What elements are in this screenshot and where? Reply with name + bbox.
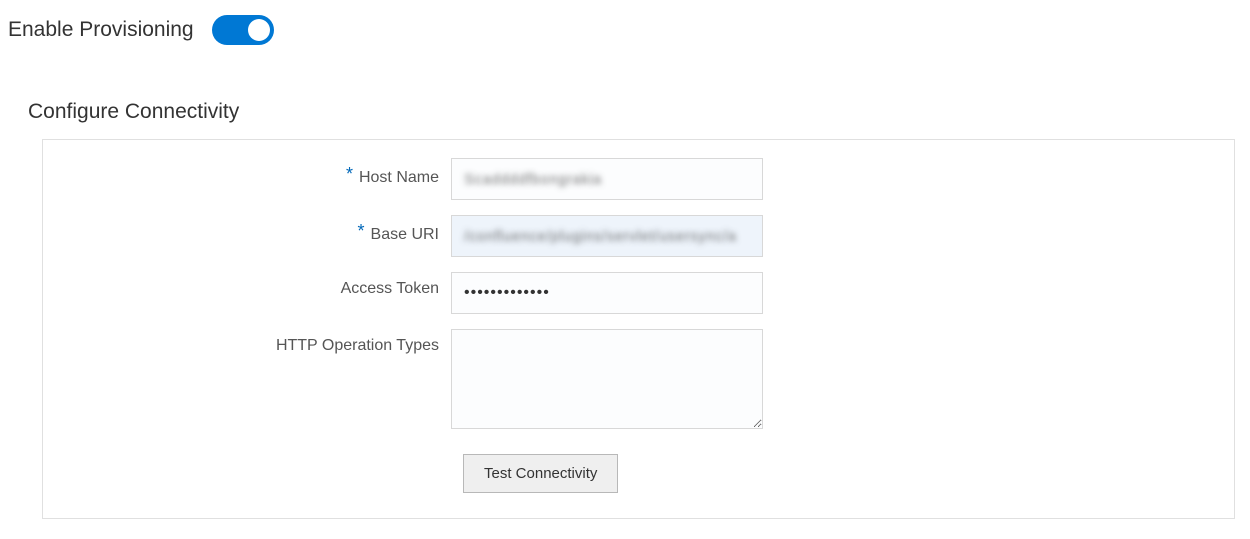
required-star-icon: * — [346, 164, 353, 185]
host-name-row: * Host Name Scaddddfbongrakia — [63, 158, 1214, 200]
toggle-knob-icon — [248, 19, 270, 41]
base-uri-row: * Base URI /confluence/plugins/servlet/u… — [63, 215, 1214, 257]
access-token-value: ••••••••••••• — [464, 284, 550, 302]
enable-provisioning-label: Enable Provisioning — [8, 18, 194, 42]
required-star-icon: * — [358, 221, 365, 242]
base-uri-label: Base URI — [371, 226, 439, 244]
test-connectivity-button[interactable]: Test Connectivity — [463, 454, 618, 493]
access-token-input[interactable]: ••••••••••••• — [451, 272, 763, 314]
http-operation-types-label: HTTP Operation Types — [276, 337, 439, 355]
host-name-label: Host Name — [359, 169, 439, 187]
access-token-row: Access Token ••••••••••••• — [63, 272, 1214, 314]
host-name-input[interactable]: Scaddddfbongrakia — [451, 158, 763, 200]
host-name-value: Scaddddfbongrakia — [464, 171, 602, 188]
http-operation-types-row: HTTP Operation Types — [63, 329, 1214, 429]
enable-provisioning-toggle[interactable] — [212, 15, 274, 45]
base-uri-value: /confluence/plugins/servlet/usersync/a — [464, 228, 736, 245]
connectivity-config-box: * Host Name Scaddddfbongrakia * Base URI… — [42, 139, 1235, 519]
http-operation-types-textarea[interactable] — [451, 329, 763, 429]
base-uri-input[interactable]: /confluence/plugins/servlet/usersync/a — [451, 215, 763, 257]
section-title: Configure Connectivity — [28, 100, 1250, 124]
access-token-label: Access Token — [341, 280, 439, 298]
